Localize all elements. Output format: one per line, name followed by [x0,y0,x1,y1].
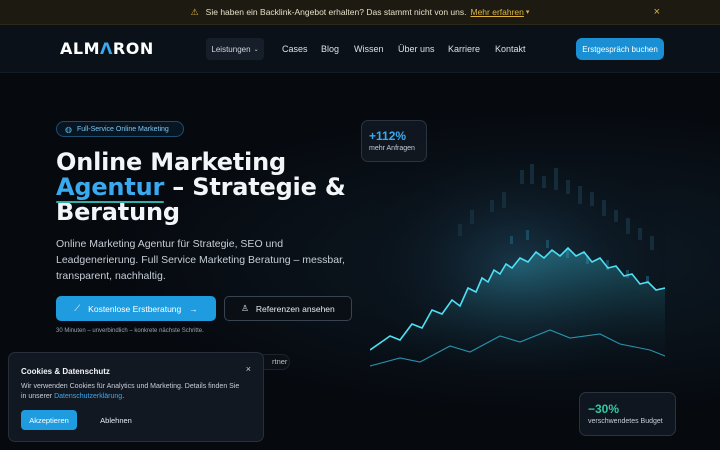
banner-close-button[interactable]: × [654,6,660,18]
site-header: ALMΛRON Leistungen ⌄ Cases Blog Wissen Ü… [0,25,720,73]
nav-karriere[interactable]: Karriere [448,44,480,54]
logo-text-right: RON [112,39,154,58]
stock-chart-image [369,140,666,370]
banner-message: Sie haben ein Backlink-Angebot erhalten?… [205,7,467,17]
cookie-close-button[interactable]: × [246,364,251,374]
globe-icon: ◍ [65,124,72,134]
stat-value: −30% [588,402,620,416]
logo-mark: Λ [100,39,113,58]
stat-card-budget: −30% verschwendetes Budget [579,392,676,436]
stat-value: +112% [369,129,407,143]
view-references-button[interactable]: ♙ Referenzen ansehen [224,296,352,321]
nav-wissen[interactable]: Wissen [354,44,384,54]
nav-services-dropdown[interactable]: Leistungen ⌄ [206,38,264,60]
cookie-text: Wir verwenden Cookies für Analytics und … [21,382,241,402]
free-consultation-button[interactable]: ⟋ Kostenlose Erstberatung → [56,296,216,321]
award-icon: ♙ [241,303,249,313]
nav-blog[interactable]: Blog [321,44,339,54]
cookie-consent-dialog: Cookies & Datenschutz × Wir verwenden Co… [8,352,264,442]
stat-label: verschwendetes Budget [588,418,663,425]
headline-accent: Agentur [56,173,165,201]
cookie-title: Cookies & Datenschutz [21,367,110,376]
accept-cookies-button[interactable]: Akzeptieren [21,410,77,430]
book-consultation-button[interactable]: Erstgespräch buchen [576,38,664,60]
headline-line3: Beratung [56,198,180,226]
hero-badge: ◍ Full-Service Online Marketing [56,121,184,137]
logo[interactable]: ALMΛRON [60,39,154,58]
stat-label: mehr Anfragen [369,145,415,152]
chevron-down-icon: ▾ [525,9,530,16]
cookie-text-end: . [122,393,125,400]
nav-services-label: Leistungen [211,44,251,54]
cta-note: 30 Minuten – unverbindlich – konkrete nä… [56,328,204,334]
headline-line1: Online Marketing [56,148,286,176]
reject-cookies-button[interactable]: Ablehnen [89,410,143,430]
stat-card-requests: +112% mehr Anfragen [361,120,427,162]
nav-ueber-uns[interactable]: Über uns [398,44,435,54]
nav-kontakt[interactable]: Kontakt [495,44,526,54]
chart-icon: ⟋ [74,303,81,313]
free-consultation-label: Kostenlose Erstberatung [88,303,182,314]
page-title: Online Marketing Agentur – Strategie & B… [56,150,346,225]
hero-badge-label: Full-Service Online Marketing [76,125,169,133]
chevron-down-icon: ⌄ [253,46,259,53]
headline-line2: – Strategie & [164,173,346,201]
logo-text-left: ALM [60,39,100,58]
hero-chart-visual [369,140,666,370]
partner-chip-text: rtner [272,357,288,366]
banner-more-link[interactable]: Mehr erfahren [471,7,524,17]
privacy-policy-link[interactable]: Datenschutzerklärung [54,393,122,400]
nav-cases[interactable]: Cases [282,44,308,54]
announcement-banner: ⚠ Sie haben ein Backlink-Angebot erhalte… [0,0,720,25]
hero-subline: Online Marketing Agentur für Strategie, … [56,238,345,282]
warning-icon: ⚠ [190,6,199,17]
view-references-label: Referenzen ansehen [255,303,335,314]
arrow-right-icon: → [189,303,198,314]
